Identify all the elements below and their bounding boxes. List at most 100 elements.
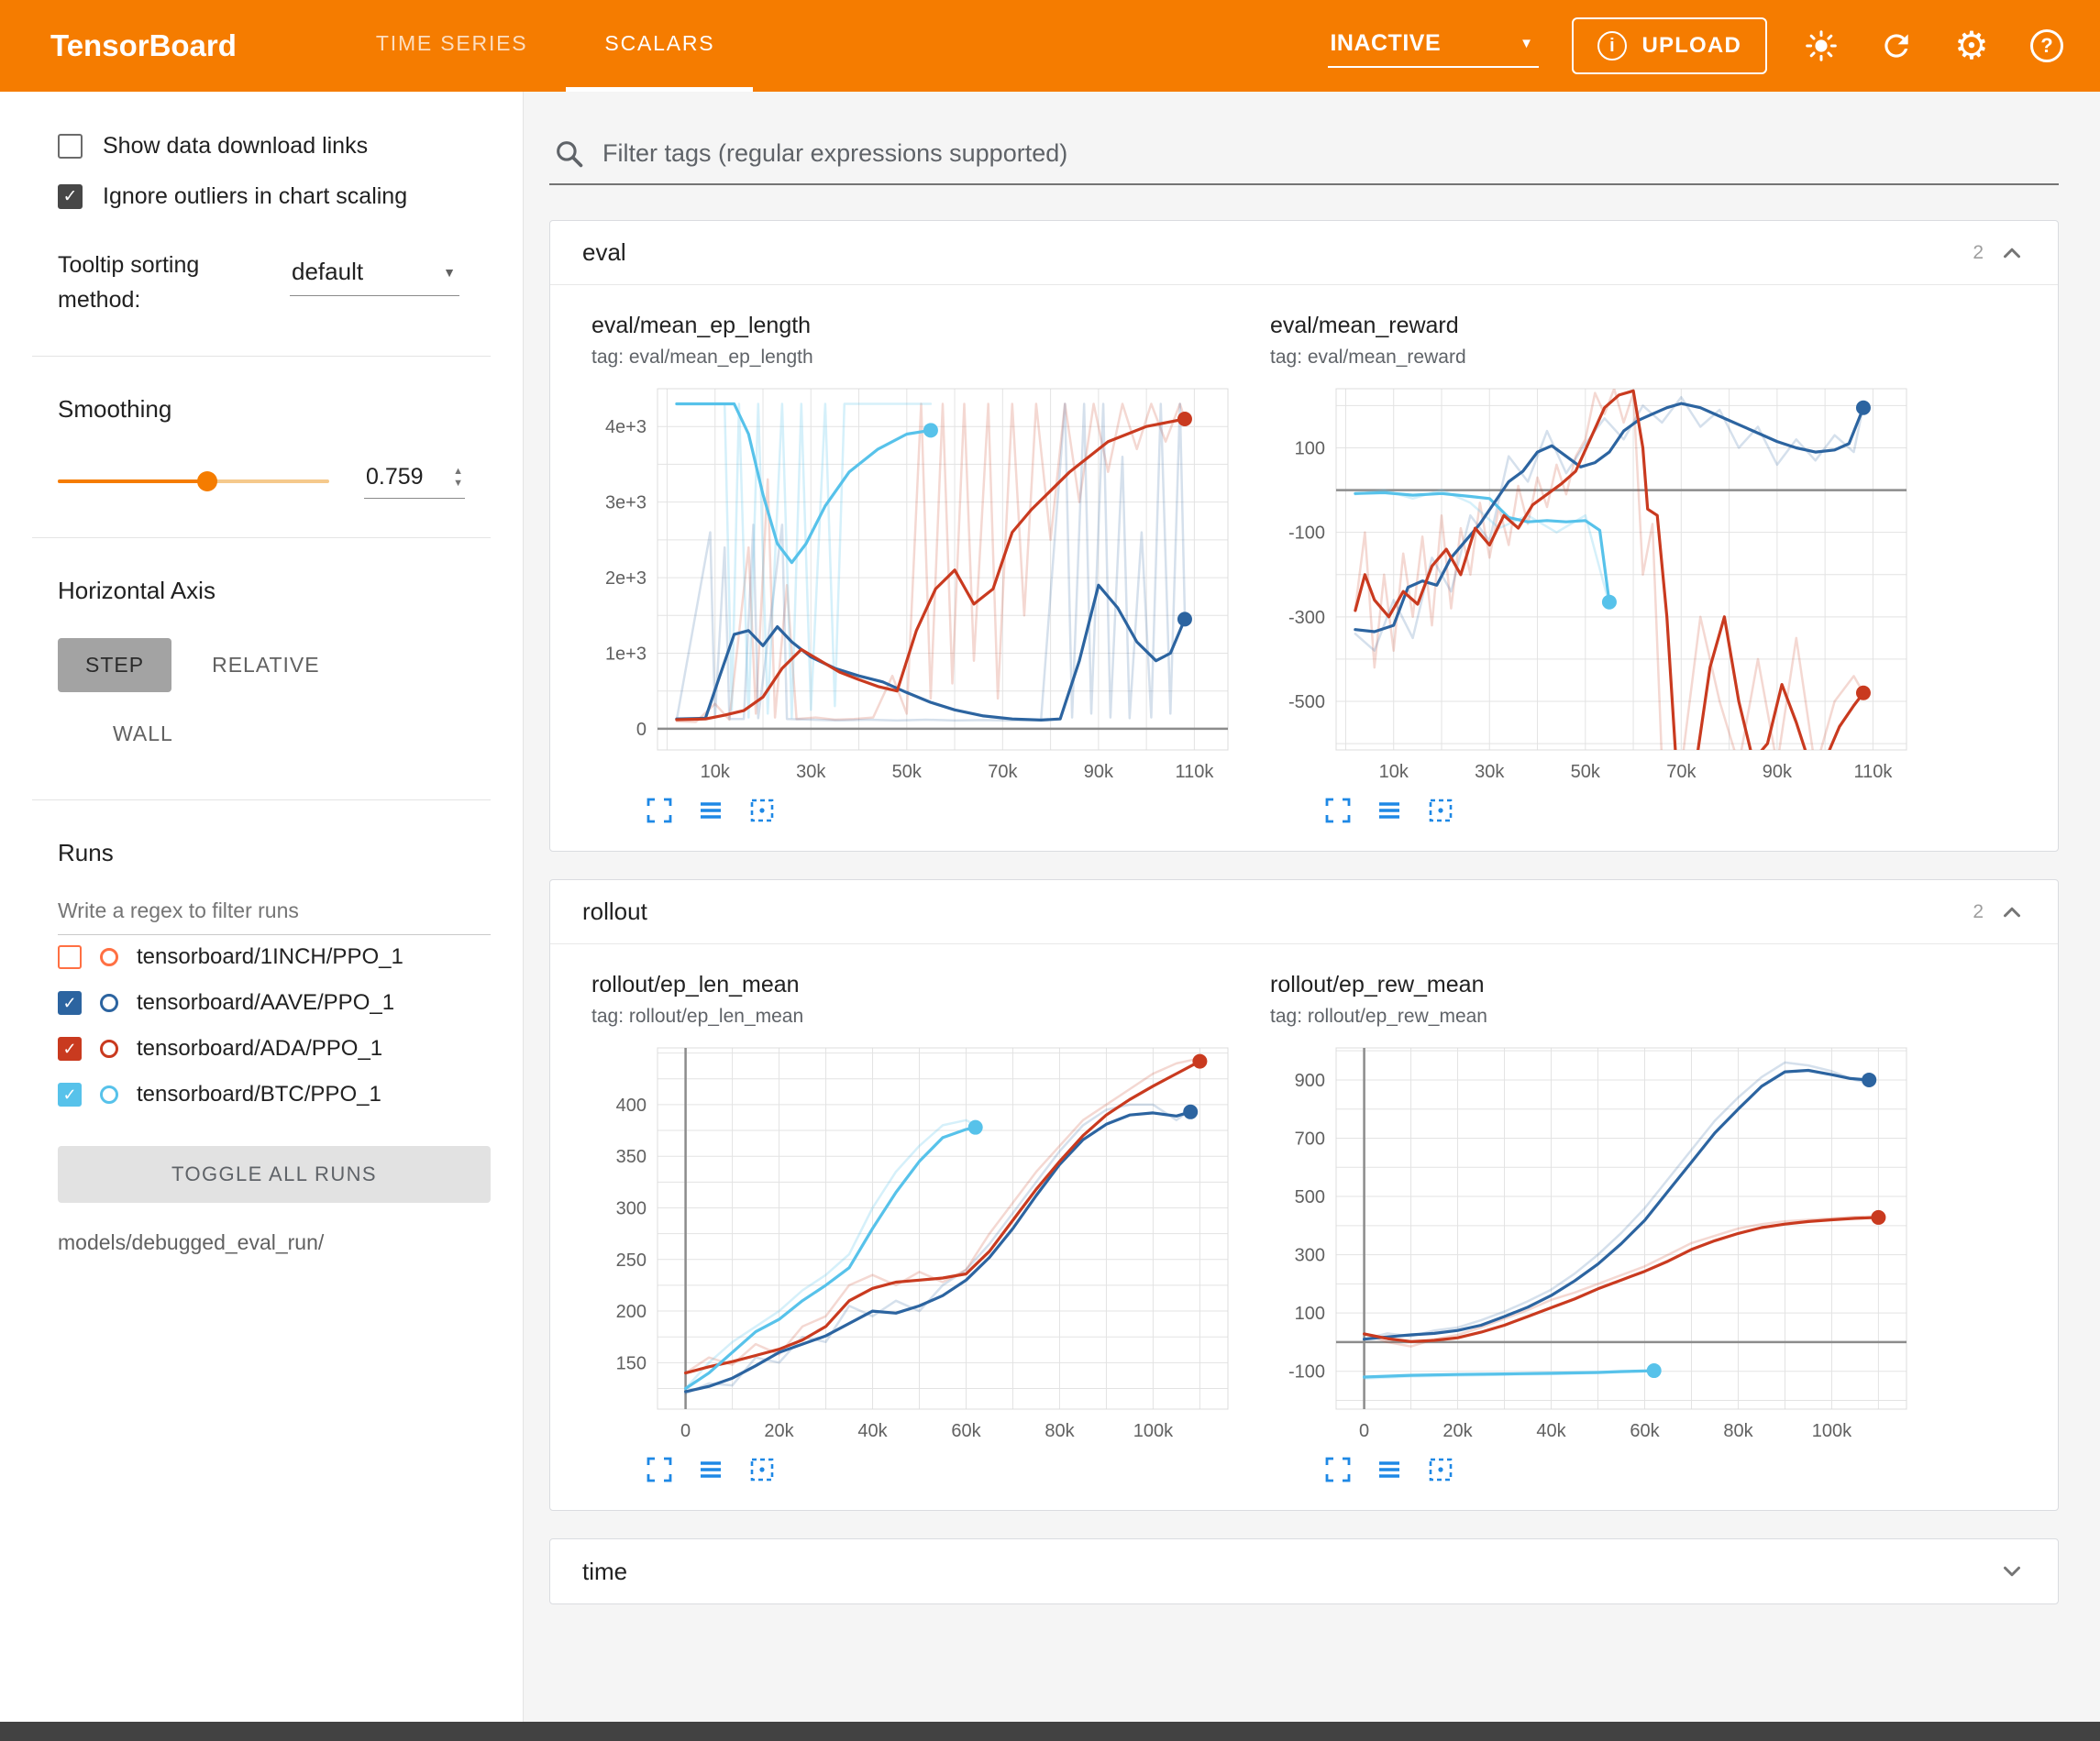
- card-time: time: [549, 1538, 2059, 1604]
- app-title: TensorBoard: [50, 0, 237, 92]
- checkbox-icon[interactable]: [58, 134, 83, 159]
- svg-text:700: 700: [1295, 1129, 1325, 1150]
- axis-step-button[interactable]: STEP: [58, 638, 171, 692]
- svg-text:60k: 60k: [1630, 1421, 1660, 1441]
- svg-text:30k: 30k: [1475, 762, 1505, 782]
- toggle-y-axis-icon[interactable]: [696, 1455, 725, 1484]
- ignore-outliers-checkbox[interactable]: ✓ Ignore outliers in chart scaling: [58, 183, 491, 210]
- stepper-up-icon[interactable]: ▲: [453, 466, 463, 477]
- svg-text:500: 500: [1295, 1187, 1325, 1207]
- chart-canvas[interactable]: 10k30k50k70k90k110k01e+32e+33e+34e+3: [591, 380, 1233, 794]
- run-label: tensorboard/AAVE/PPO_1: [137, 990, 394, 1016]
- chevron-up-icon[interactable]: [1998, 898, 2026, 926]
- axis-wall-button[interactable]: WALL: [85, 707, 201, 761]
- run-row[interactable]: ✓ tensorboard/BTC/PPO_1: [58, 1082, 491, 1107]
- top-bar: TensorBoard TIME SERIES SCALARS INACTIVE…: [0, 0, 2100, 92]
- svg-text:50k: 50k: [1571, 762, 1601, 782]
- runs-base-path: models/debugged_eval_run/: [58, 1230, 491, 1255]
- axis-relative-button[interactable]: RELATIVE: [184, 638, 348, 692]
- smoothing-value: 0.759: [366, 464, 424, 490]
- expand-chart-icon[interactable]: [645, 796, 674, 825]
- runs-filter-input[interactable]: [58, 891, 491, 935]
- help-icon[interactable]: ?: [2026, 25, 2068, 67]
- toggle-y-axis-icon[interactable]: [1375, 1455, 1404, 1484]
- stepper-down-icon[interactable]: ▼: [453, 478, 463, 489]
- run-row[interactable]: ✓ tensorboard/ADA/PPO_1: [58, 1036, 491, 1062]
- fit-domain-icon[interactable]: [747, 1455, 777, 1484]
- svg-text:10k: 10k: [701, 762, 731, 782]
- tab-time-series[interactable]: TIME SERIES: [337, 0, 567, 92]
- toggle-y-axis-icon[interactable]: [1375, 796, 1404, 825]
- chart-tag: tag: rollout/ep_rew_mean: [1270, 1006, 1912, 1028]
- tooltip-sorting-dropdown[interactable]: default ▼: [290, 252, 459, 296]
- chevron-up-icon[interactable]: [1998, 239, 2026, 267]
- horizontal-scrollbar[interactable]: [0, 1722, 2100, 1741]
- chart-canvas[interactable]: 10k30k50k70k90k110k100-100-300-500: [1270, 380, 1912, 794]
- status-dropdown[interactable]: INACTIVE ▼: [1328, 25, 1539, 68]
- expand-chart-icon[interactable]: [645, 1455, 674, 1484]
- scalars-dashboard: eval 2 eval/mean_ep_length tag: eval/mea…: [523, 92, 2100, 1722]
- svg-text:70k: 70k: [1666, 762, 1697, 782]
- svg-text:400: 400: [616, 1096, 647, 1116]
- run-color-circle: [100, 1085, 118, 1104]
- run-label: tensorboard/1INCH/PPO_1: [137, 944, 403, 970]
- fit-domain-icon[interactable]: [747, 796, 777, 825]
- checkbox-label: Ignore outliers in chart scaling: [103, 183, 407, 210]
- svg-text:100k: 100k: [1812, 1421, 1852, 1441]
- chart-eval-mean-reward: eval/mean_reward tag: eval/mean_reward 1…: [1270, 313, 1912, 834]
- run-row[interactable]: tensorboard/1INCH/PPO_1: [58, 944, 491, 970]
- card-time-header[interactable]: time: [550, 1539, 2058, 1603]
- card-count: 2: [1973, 242, 1984, 264]
- svg-text:60k: 60k: [951, 1421, 981, 1441]
- slider-knob[interactable]: [197, 471, 217, 491]
- brightness-icon[interactable]: [1800, 25, 1842, 67]
- filter-tags-input[interactable]: [601, 138, 2055, 169]
- chart-canvas[interactable]: 020k40k60k80k100k-100100300500700900: [1270, 1039, 1912, 1453]
- svg-text:-100: -100: [1288, 523, 1325, 544]
- run-checkbox[interactable]: ✓: [58, 1037, 82, 1061]
- upload-button[interactable]: i UPLOAD: [1572, 17, 1767, 74]
- card-rollout-header[interactable]: rollout 2: [550, 880, 2058, 944]
- chevron-down-icon[interactable]: [1998, 1558, 2026, 1585]
- svg-text:2e+3: 2e+3: [605, 568, 647, 589]
- divider: [32, 356, 491, 357]
- horizontal-axis-label: Horizontal Axis: [58, 577, 491, 605]
- expand-chart-icon[interactable]: [1323, 1455, 1353, 1484]
- svg-text:150: 150: [616, 1353, 647, 1373]
- card-title: eval: [582, 238, 626, 267]
- card-count: 2: [1973, 901, 1984, 923]
- run-checkbox[interactable]: ✓: [58, 991, 82, 1015]
- svg-text:20k: 20k: [1442, 1421, 1473, 1441]
- checkbox-icon[interactable]: ✓: [58, 184, 83, 209]
- status-dropdown-value: INACTIVE: [1330, 30, 1441, 57]
- tab-scalars[interactable]: SCALARS: [566, 0, 753, 92]
- run-label: tensorboard/ADA/PPO_1: [137, 1036, 382, 1062]
- card-eval-header[interactable]: eval 2: [550, 221, 2058, 285]
- refresh-icon[interactable]: [1875, 25, 1918, 67]
- run-label: tensorboard/BTC/PPO_1: [137, 1082, 381, 1107]
- chart-toolbar: [645, 796, 1233, 825]
- expand-chart-icon[interactable]: [1323, 796, 1353, 825]
- stepper-arrows[interactable]: ▲ ▼: [453, 466, 463, 488]
- fit-domain-icon[interactable]: [1426, 1455, 1455, 1484]
- svg-text:80k: 80k: [1044, 1421, 1075, 1441]
- smoothing-slider[interactable]: [58, 479, 329, 483]
- toggle-all-runs-button[interactable]: TOGGLE ALL RUNS: [58, 1146, 491, 1203]
- svg-text:-100: -100: [1288, 1362, 1325, 1383]
- fit-domain-icon[interactable]: [1426, 796, 1455, 825]
- chart-tag: tag: eval/mean_ep_length: [591, 347, 1233, 369]
- settings-gear-icon[interactable]: ⚙: [1951, 25, 1993, 67]
- run-checkbox[interactable]: ✓: [58, 1083, 82, 1107]
- run-checkbox[interactable]: [58, 945, 82, 969]
- svg-text:1e+3: 1e+3: [605, 644, 647, 664]
- run-row[interactable]: ✓ tensorboard/AAVE/PPO_1: [58, 990, 491, 1016]
- svg-text:80k: 80k: [1723, 1421, 1753, 1441]
- svg-text:90k: 90k: [1084, 762, 1114, 782]
- chart-canvas[interactable]: 020k40k60k80k100k150200250300350400: [591, 1039, 1233, 1453]
- show-download-links-checkbox[interactable]: Show data download links: [58, 133, 491, 160]
- topbar-actions: INACTIVE ▼ i UPLOAD: [1328, 0, 2068, 92]
- toggle-y-axis-icon[interactable]: [696, 796, 725, 825]
- smoothing-value-input[interactable]: 0.759 ▲ ▼: [364, 464, 465, 499]
- svg-text:-500: -500: [1288, 692, 1325, 712]
- sun-icon: [1805, 29, 1838, 62]
